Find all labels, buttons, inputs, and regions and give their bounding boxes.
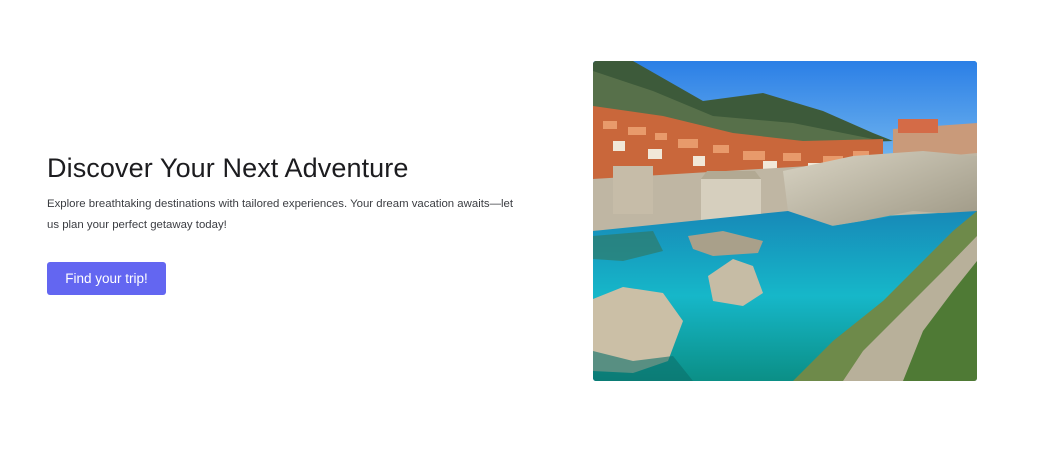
hero-description: Explore breathtaking destinations with t…	[47, 198, 514, 231]
hero-title: Discover Your Next Adventure	[47, 153, 409, 183]
hero-text-block: Discover Your Next Adventure Explore bre…	[47, 150, 527, 295]
hero-section: Discover Your Next Adventure Explore bre…	[0, 0, 1045, 449]
hero-image	[593, 61, 977, 381]
find-trip-button[interactable]: Find your trip!	[47, 262, 166, 295]
